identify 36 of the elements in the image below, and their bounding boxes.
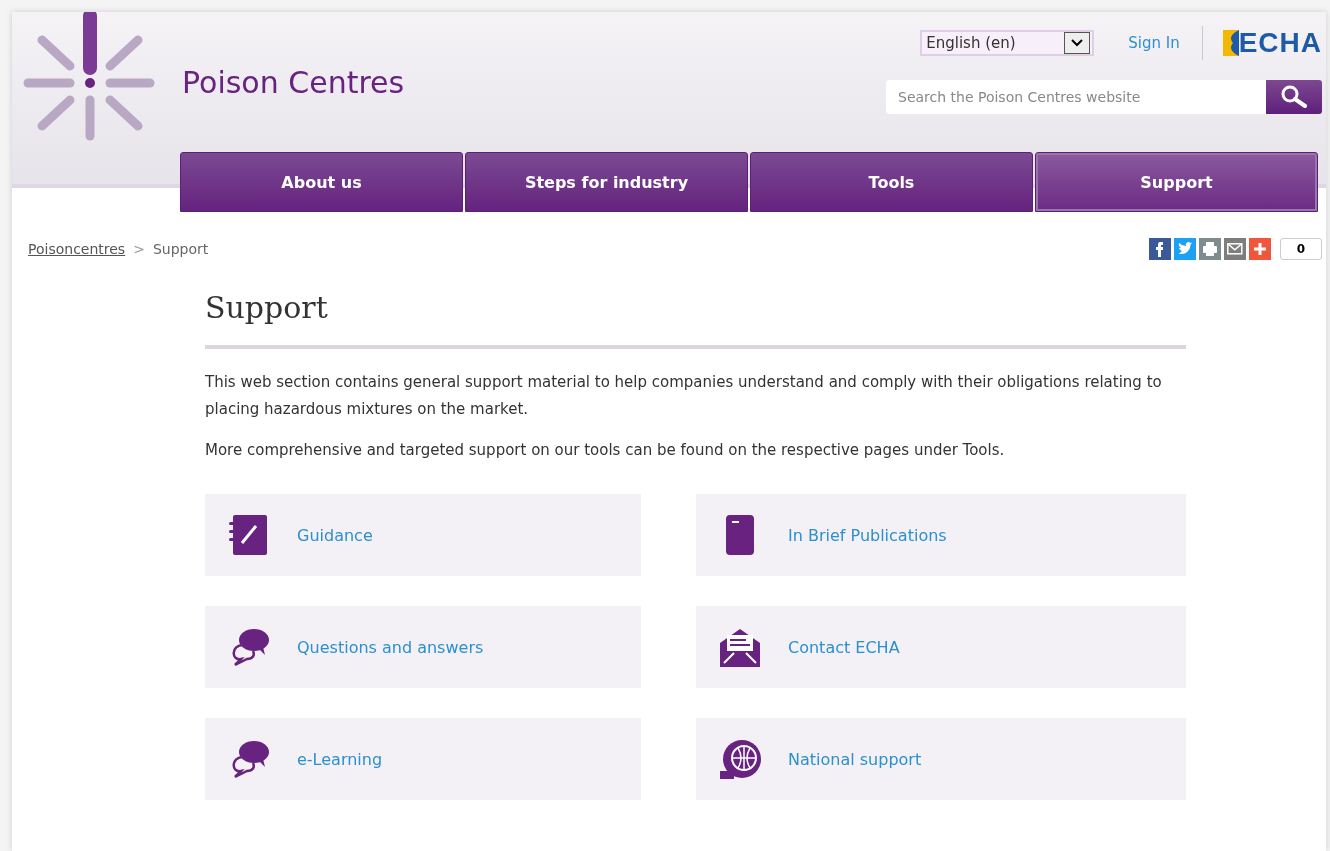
twitter-icon	[1177, 242, 1193, 256]
plus-icon	[1254, 243, 1266, 255]
facebook-icon	[1156, 240, 1164, 258]
nav-tab[interactable]: Tools	[750, 152, 1033, 212]
globe-icon	[718, 737, 762, 781]
search-field[interactable]: Search the Poison Centres website	[886, 80, 1266, 114]
sign-in-link[interactable]: Sign In	[1128, 34, 1180, 52]
search-button[interactable]	[1266, 80, 1322, 114]
card-link[interactable]: Contact ECHA	[788, 637, 900, 657]
card-link[interactable]: In Brief Publications	[788, 525, 947, 545]
search-icon	[1280, 85, 1308, 109]
paragraph: More comprehensive and targeted support on our tools can be found on the respective pages under Tools.	[205, 440, 1006, 461]
breadcrumb-link[interactable]: Poisoncentres	[28, 241, 126, 257]
share-button[interactable]	[1149, 238, 1171, 260]
page-title: Support	[205, 290, 1186, 349]
nav-tab[interactable]: Steps for industry	[465, 152, 748, 212]
share-button[interactable]	[1224, 238, 1246, 260]
nav-tab[interactable]: About us	[180, 152, 463, 212]
breadcrumb-separator: >	[133, 241, 145, 257]
share-count: 0	[1280, 238, 1322, 260]
card-link[interactable]: National support	[788, 749, 922, 769]
share-button[interactable]	[1199, 238, 1221, 260]
share-button[interactable]	[1174, 238, 1196, 260]
card-link[interactable]: Guidance	[297, 525, 373, 545]
card-link[interactable]: e-Learning	[297, 749, 383, 769]
logo-text: ECHA	[1238, 27, 1322, 59]
site-title: Poison Centres	[182, 64, 405, 100]
email-icon	[1227, 243, 1243, 255]
nav-tab[interactable]: Support	[1035, 152, 1318, 212]
logo-mark-icon	[1222, 30, 1239, 56]
card-link[interactable]: Questions and answers	[297, 637, 484, 657]
breadcrumb-current: Support	[152, 241, 209, 257]
language-select[interactable]: English (en)	[920, 30, 1095, 56]
caret-icon	[1071, 39, 1084, 47]
paragraph: This web section contains general support material to help companies understand and comply with their obligations relating to placing hazardous mixtures on the market.	[205, 372, 1163, 420]
share-button[interactable]	[1249, 238, 1271, 260]
